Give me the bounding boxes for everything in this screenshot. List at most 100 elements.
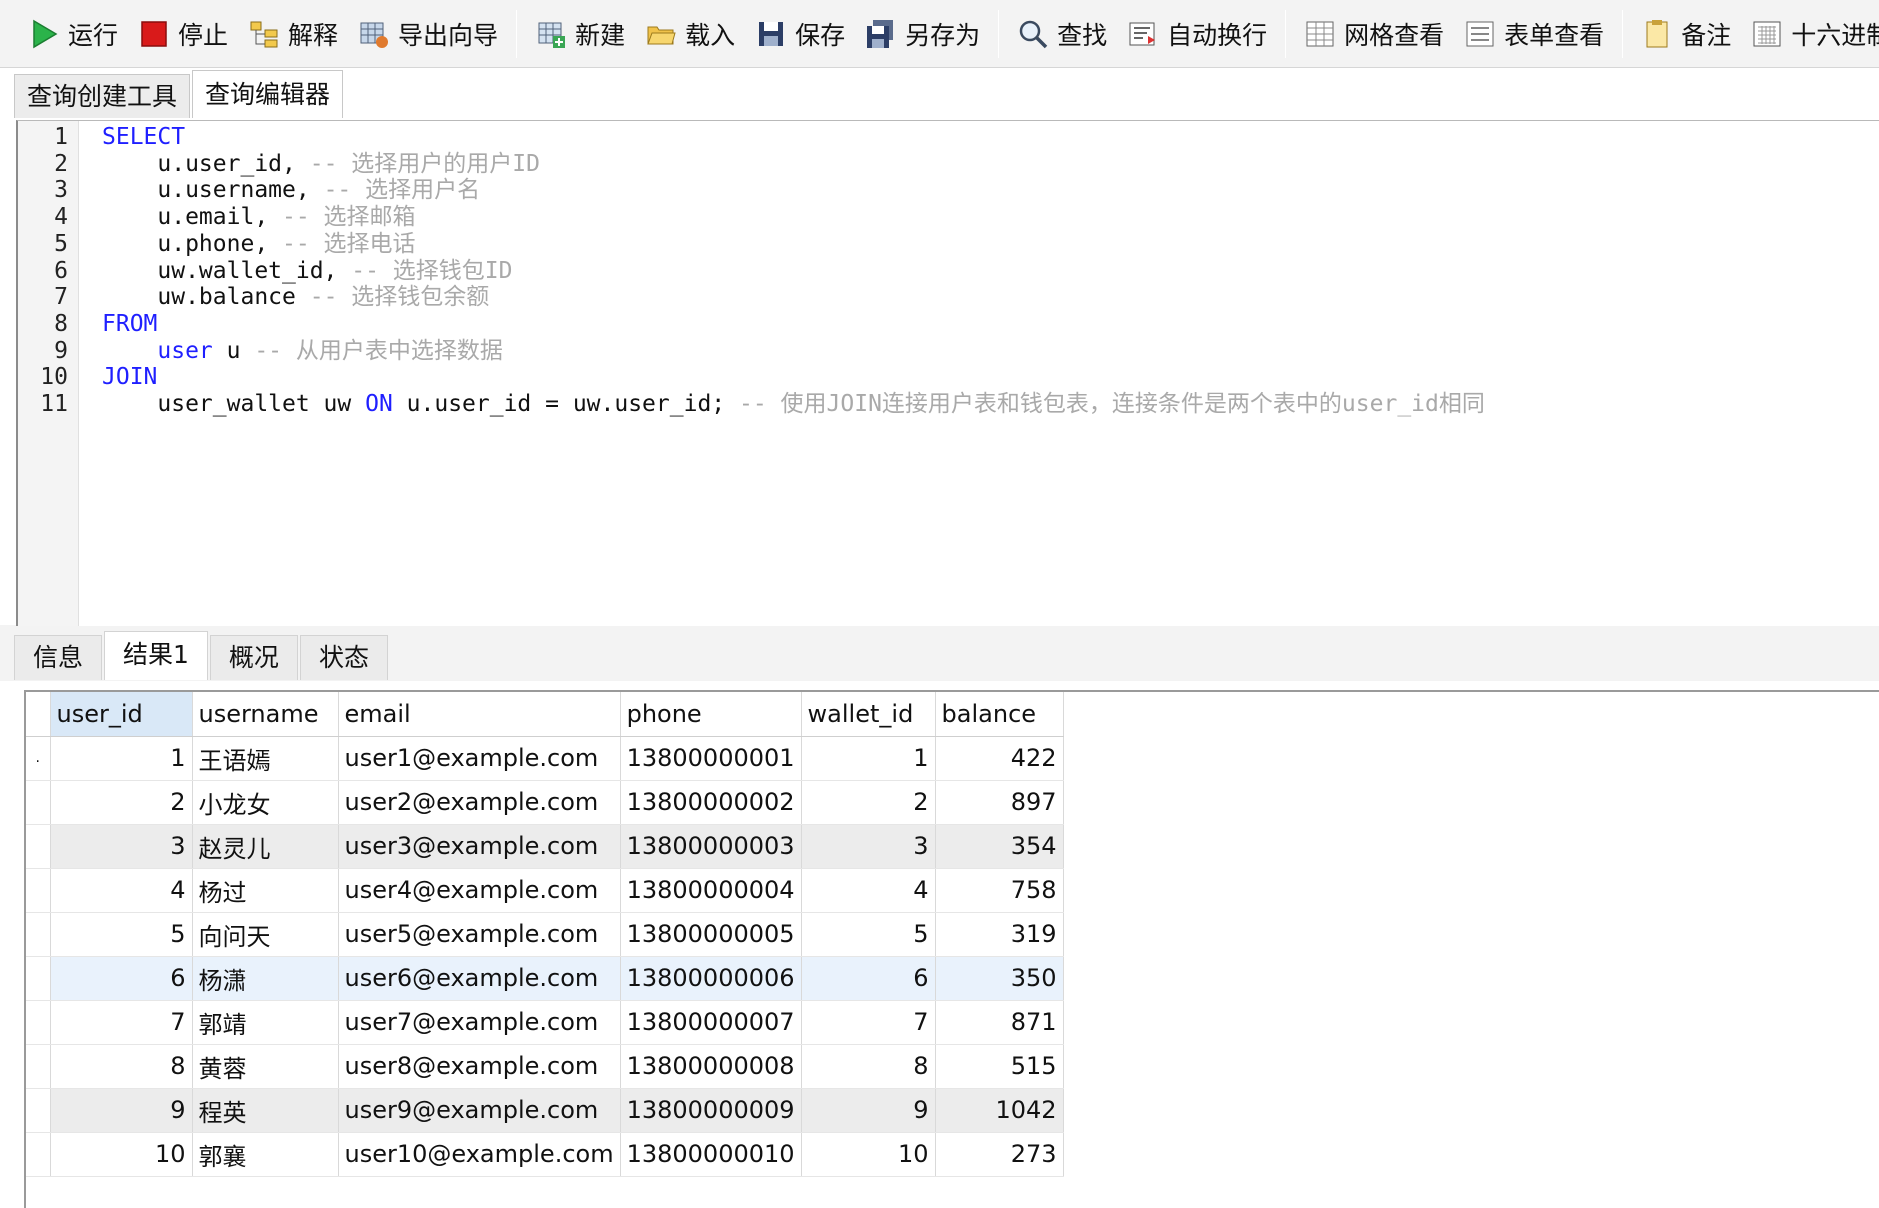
cell-email[interactable]: user3@example.com (338, 824, 621, 869)
cell-phone[interactable]: 13800000001 (620, 736, 802, 781)
load-button[interactable]: 载入 (635, 6, 745, 62)
tab-status[interactable]: 状态 (299, 635, 388, 680)
cell-phone[interactable]: 13800000006 (620, 956, 802, 1001)
tab-query-editor[interactable]: 查询编辑器 (192, 70, 344, 118)
cell-wallet-id[interactable]: 10 (801, 1132, 936, 1177)
cell-balance[interactable]: 871 (935, 1000, 1064, 1045)
sql-editor[interactable]: 1 SELECT 2 u.user_id, -- 选择用户的用户ID 3 u.user… (16, 120, 1879, 626)
cell-user-id[interactable]: 7 (50, 1000, 193, 1045)
cell-user-id[interactable]: 10 (50, 1132, 193, 1177)
cell-email[interactable]: user4@example.com (338, 868, 621, 913)
save-as-button[interactable]: 另存为 (855, 6, 990, 62)
result-grid[interactable]: user_id username email phone wallet_id b… (24, 690, 1879, 1208)
table-row[interactable]: 8 黄蓉 user8@example.com 13800000008 8 515 (26, 1044, 1064, 1089)
cell-phone[interactable]: 13800000009 (620, 1088, 802, 1133)
column-header-user-id[interactable]: user_id (50, 692, 193, 737)
cell-username[interactable]: 黄蓉 (192, 1044, 339, 1089)
cell-username[interactable]: 郭靖 (192, 1000, 339, 1045)
cell-phone[interactable]: 13800000010 (620, 1132, 802, 1177)
cell-balance[interactable]: 319 (935, 912, 1064, 957)
cell-phone[interactable]: 13800000004 (620, 868, 802, 913)
cell-phone[interactable]: 13800000007 (620, 1000, 802, 1045)
column-header-balance[interactable]: balance (935, 692, 1064, 737)
cell-wallet-id[interactable]: 3 (801, 824, 936, 869)
cell-phone[interactable]: 13800000002 (620, 780, 802, 825)
cell-wallet-id[interactable]: 2 (801, 780, 936, 825)
table-row[interactable]: 7 郭靖 user7@example.com 13800000007 7 871 (26, 1000, 1064, 1045)
memo-button[interactable]: 备注 (1631, 6, 1741, 62)
cell-wallet-id[interactable]: 9 (801, 1088, 936, 1133)
cell-email[interactable]: user9@example.com (338, 1088, 621, 1133)
find-button[interactable]: 查找 (1007, 6, 1117, 62)
row-indicator[interactable] (26, 868, 51, 913)
cell-balance[interactable]: 422 (935, 736, 1064, 781)
save-button[interactable]: 保存 (745, 6, 855, 62)
cell-username[interactable]: 郭襄 (192, 1132, 339, 1177)
column-header-wallet-id[interactable]: wallet_id (801, 692, 936, 737)
cell-email[interactable]: user8@example.com (338, 1044, 621, 1089)
table-row[interactable]: 2 小龙女 user2@example.com 13800000002 2 897 (26, 780, 1064, 825)
cell-email[interactable]: user5@example.com (338, 912, 621, 957)
cell-user-id[interactable]: 2 (50, 780, 193, 825)
table-row[interactable]: 9 程英 user9@example.com 13800000009 9 1042 (26, 1088, 1064, 1133)
cell-username[interactable]: 小龙女 (192, 780, 339, 825)
run-button[interactable]: 运行 (18, 6, 128, 62)
cell-username[interactable]: 向问天 (192, 912, 339, 957)
table-row[interactable]: 10 郭襄 user10@example.com 13800000010 10 273 (26, 1132, 1064, 1177)
word-wrap-button[interactable]: 自动换行 (1117, 6, 1277, 62)
grid-view-button[interactable]: 网格查看 (1294, 6, 1454, 62)
table-row[interactable]: 3 赵灵儿 user3@example.com 13800000003 3 354 (26, 824, 1064, 869)
explain-button[interactable]: 解释 (238, 6, 348, 62)
cell-username[interactable]: 程英 (192, 1088, 339, 1133)
table-row[interactable]: 6 杨潇 user6@example.com 13800000006 6 350 (26, 956, 1064, 1001)
cell-username[interactable]: 杨过 (192, 868, 339, 913)
cell-balance[interactable]: 897 (935, 780, 1064, 825)
cell-balance[interactable]: 273 (935, 1132, 1064, 1177)
table-row[interactable]: · 1 王语嫣 user1@example.com 13800000001 1 422 (26, 736, 1064, 781)
cell-wallet-id[interactable]: 5 (801, 912, 936, 957)
stop-button[interactable]: 停止 (128, 6, 238, 62)
column-header-phone[interactable]: phone (620, 692, 802, 737)
cell-username[interactable]: 杨潇 (192, 956, 339, 1001)
cell-username[interactable]: 王语嫣 (192, 736, 339, 781)
cell-user-id[interactable]: 3 (50, 824, 193, 869)
row-indicator[interactable] (26, 780, 51, 825)
table-row[interactable]: 5 向问天 user5@example.com 13800000005 5 319 (26, 912, 1064, 957)
code-line[interactable]: 11 user_wallet uw ON u.user_id = uw.user… (18, 388, 1868, 420)
cell-wallet-id[interactable]: 7 (801, 1000, 936, 1045)
row-indicator[interactable] (26, 824, 51, 869)
cell-phone[interactable]: 13800000003 (620, 824, 802, 869)
new-button[interactable]: 新建 (525, 6, 635, 62)
cell-wallet-id[interactable]: 4 (801, 868, 936, 913)
cell-phone[interactable]: 13800000008 (620, 1044, 802, 1089)
cell-wallet-id[interactable]: 6 (801, 956, 936, 1001)
tab-query-builder[interactable]: 查询创建工具 (14, 74, 191, 118)
row-indicator[interactable] (26, 1000, 51, 1045)
cell-user-id[interactable]: 9 (50, 1088, 193, 1133)
cell-balance[interactable]: 354 (935, 824, 1064, 869)
row-indicator[interactable] (26, 912, 51, 957)
cell-email[interactable]: user7@example.com (338, 1000, 621, 1045)
column-header-username[interactable]: username (192, 692, 339, 737)
cell-email[interactable]: user2@example.com (338, 780, 621, 825)
cell-wallet-id[interactable]: 1 (801, 736, 936, 781)
cell-balance[interactable]: 1042 (935, 1088, 1064, 1133)
cell-email[interactable]: user6@example.com (338, 956, 621, 1001)
cell-user-id[interactable]: 5 (50, 912, 193, 957)
cell-phone[interactable]: 13800000005 (620, 912, 802, 957)
tab-profile[interactable]: 概况 (209, 635, 298, 680)
cell-username[interactable]: 赵灵儿 (192, 824, 339, 869)
row-indicator[interactable] (26, 1132, 51, 1177)
export-wizard-button[interactable]: 导出向导 (348, 6, 508, 62)
table-row[interactable]: 4 杨过 user4@example.com 13800000004 4 758 (26, 868, 1064, 913)
tab-info[interactable]: 信息 (14, 635, 103, 680)
column-header-email[interactable]: email (338, 692, 621, 737)
cell-user-id[interactable]: 1 (50, 736, 193, 781)
cell-email[interactable]: user1@example.com (338, 736, 621, 781)
row-indicator[interactable] (26, 956, 51, 1001)
cell-wallet-id[interactable]: 8 (801, 1044, 936, 1089)
cell-balance[interactable]: 515 (935, 1044, 1064, 1089)
row-indicator[interactable] (26, 1088, 51, 1133)
form-view-button[interactable]: 表单查看 (1454, 6, 1614, 62)
row-indicator[interactable] (26, 1044, 51, 1089)
